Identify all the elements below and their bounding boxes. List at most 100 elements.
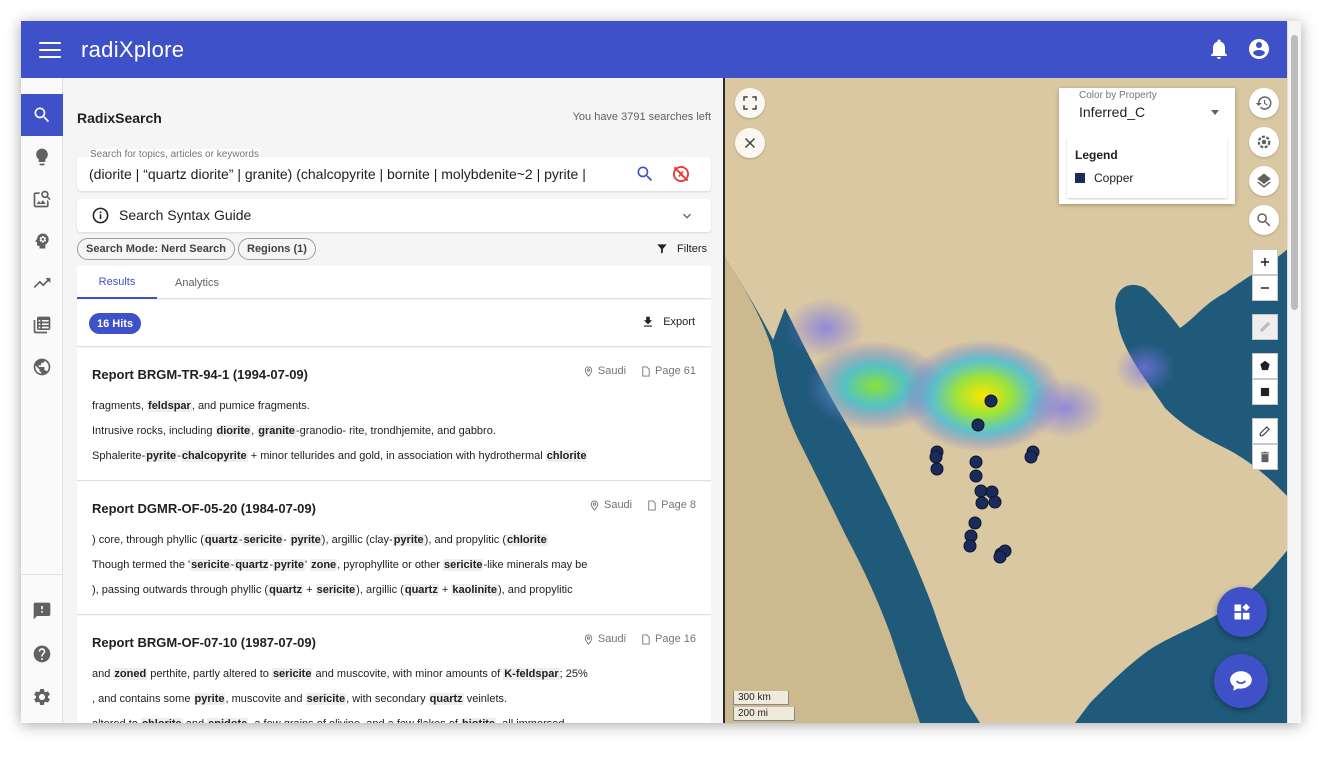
zoom-out-button[interactable] — [1252, 275, 1278, 301]
rail-settings[interactable] — [21, 676, 63, 718]
highlighted-term: chalcopyrite — [180, 450, 248, 462]
result-page: Page 8 — [646, 499, 696, 511]
menu-icon[interactable] — [39, 41, 61, 58]
tab-results[interactable]: Results — [77, 266, 157, 299]
rail-feedback[interactable] — [21, 590, 63, 632]
result-title[interactable]: Report BRGM-OF-07-10 (1987-07-09) — [92, 635, 316, 650]
chat-icon — [1230, 671, 1252, 691]
search-input[interactable]: (diorite | “quartz diorite” | granite) (… — [89, 166, 619, 182]
deposit-marker[interactable] — [969, 469, 983, 483]
rail-insights[interactable] — [21, 136, 63, 178]
search-field[interactable]: Search for topics, articles or keywords … — [77, 149, 711, 191]
highlighted-term: sericite — [190, 559, 231, 571]
highlighted-term: pyrite — [193, 693, 226, 705]
close-map-button[interactable] — [735, 128, 765, 158]
result-title[interactable]: Report DGMR-OF-05-20 (1984-07-09) — [92, 501, 316, 516]
zoom-in-button[interactable] — [1252, 249, 1278, 275]
snippet-text: , muscovite and — [225, 693, 306, 705]
result-card[interactable]: Report BRGM-OF-07-10 (1987-07-09) Saudi Pa… — [77, 616, 711, 723]
result-snippet: , and contains some pyrite, muscovite an… — [92, 693, 507, 705]
map-legend: Legend Copper — [1067, 138, 1227, 198]
deposit-marker[interactable] — [968, 516, 982, 530]
deposit-marker[interactable] — [988, 495, 1002, 509]
chat-fab[interactable] — [1214, 654, 1268, 708]
search-icon[interactable] — [635, 164, 655, 184]
regions-chip[interactable]: Regions (1) — [238, 238, 316, 260]
highlighted-term: quartz — [428, 693, 464, 705]
highlighted-term: chlorite — [545, 450, 588, 462]
export-label: Export — [663, 316, 695, 328]
deposit-marker[interactable] — [1024, 450, 1038, 464]
measure-button[interactable] — [1252, 314, 1278, 340]
rail-image-search[interactable] — [21, 178, 63, 220]
dropdown-arrow-icon[interactable] — [1211, 110, 1219, 115]
deposit-marker[interactable] — [930, 462, 944, 476]
rail-search[interactable] — [21, 94, 63, 136]
result-snippet: ) core, through phyllic (quartz-sericite… — [92, 534, 548, 546]
page-scrollbar[interactable] — [1287, 21, 1301, 723]
deposit-marker[interactable] — [984, 394, 998, 408]
highlighted-term: chlorite — [505, 534, 548, 546]
highlighted-term: quartz — [403, 584, 439, 596]
map-search-button[interactable] — [1249, 205, 1279, 235]
draw-rectangle-button[interactable] — [1252, 379, 1278, 405]
result-title[interactable]: Report BRGM-TR-94-1 (1994-07-09) — [92, 367, 308, 382]
highlighted-term: sericite — [442, 559, 484, 571]
color-by-label: Color by Property — [1079, 90, 1157, 101]
map-settings-button[interactable] — [1249, 127, 1279, 157]
deposit-marker[interactable] — [969, 455, 983, 469]
search-icon — [34, 107, 50, 123]
result-card[interactable]: Report BRGM-TR-94-1 (1994-07-09) Saudi Pag… — [77, 348, 711, 481]
rail-trends[interactable] — [21, 262, 63, 304]
account-circle-icon[interactable] — [1247, 37, 1271, 61]
deposit-marker[interactable] — [963, 539, 977, 553]
highlighted-term: zone — [310, 559, 338, 571]
rail-ai[interactable] — [21, 220, 63, 262]
deposit-marker[interactable] — [975, 496, 989, 510]
scrollbar-thumb[interactable] — [1291, 35, 1298, 310]
brain-icon — [35, 233, 49, 249]
trending-icon — [33, 278, 51, 288]
color-by-select[interactable]: Inferred_C — [1079, 104, 1145, 120]
rail-help[interactable] — [21, 633, 63, 675]
filters-button[interactable]: Filters — [655, 242, 707, 256]
history-button[interactable] — [1249, 88, 1279, 118]
layers-button[interactable] — [1249, 166, 1279, 196]
top-app-bar: radiXplore — [21, 21, 1301, 78]
tab-analytics[interactable]: Analytics — [157, 266, 237, 299]
result-card[interactable]: Report DGMR-OF-05-20 (1984-07-09) Saudi Pa… — [77, 482, 711, 615]
snippet-text: + — [303, 584, 316, 596]
snippet-text: , pyrophyllite or other — [337, 559, 443, 571]
deposit-marker[interactable] — [974, 484, 988, 498]
panel-title: RadixSearch — [77, 110, 162, 126]
delete-layers-button[interactable] — [1252, 444, 1278, 470]
deposit-marker[interactable] — [971, 418, 985, 432]
search-mode-chip[interactable]: Search Mode: Nerd Search — [77, 238, 235, 260]
fullscreen-button[interactable] — [735, 88, 765, 118]
draw-polygon-button[interactable] — [1252, 353, 1278, 379]
deposit-marker[interactable] — [993, 550, 1007, 564]
help-icon — [33, 645, 51, 663]
edit-layers-button[interactable] — [1252, 418, 1278, 444]
info-icon — [92, 207, 109, 224]
highlighted-term: quartz — [203, 534, 239, 546]
map-view[interactable]: Color by Property Inferred_C Legend Copp… — [723, 78, 1287, 723]
search-field-label: Search for topics, articles or keywords — [89, 149, 260, 160]
apps-fab[interactable] — [1217, 587, 1267, 637]
snippet-text: and — [183, 718, 207, 723]
snippet-text: - — [283, 534, 290, 546]
bell-icon[interactable] — [1207, 37, 1231, 61]
highlighted-term: quartz — [268, 584, 304, 596]
deposit-marker[interactable] — [929, 450, 943, 464]
result-region-label: Saudi — [597, 365, 627, 377]
rail-map[interactable] — [21, 346, 63, 388]
export-button[interactable]: Export — [641, 315, 695, 329]
snippet-text: ), argillic (clay- — [321, 534, 393, 546]
search-syntax-guide[interactable]: Search Syntax Guide — [77, 199, 711, 232]
clear-search-icon[interactable] — [671, 164, 691, 184]
rail-tables[interactable] — [21, 304, 63, 346]
highlighted-term: kaolinite — [451, 584, 499, 596]
globe-icon — [33, 358, 51, 376]
highlighted-term: pyrite — [145, 450, 178, 462]
snippet-text: ) core, through phyllic ( — [92, 534, 204, 546]
